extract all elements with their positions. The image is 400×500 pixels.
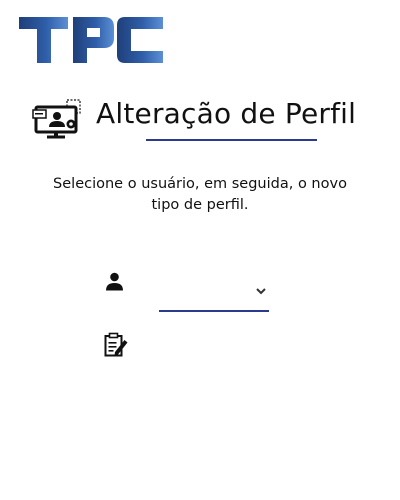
monitor-user-settings-icon [32,99,81,139]
edit-document-icon [104,332,128,357]
user-select[interactable] [159,270,269,312]
title-underline [146,139,317,141]
tpc-logo [19,17,163,63]
person-icon [106,272,123,291]
page-title: Alteração de Perfil [96,97,357,130]
instructions-text: Selecione o usuário, em seguida, o novo … [53,176,347,213]
